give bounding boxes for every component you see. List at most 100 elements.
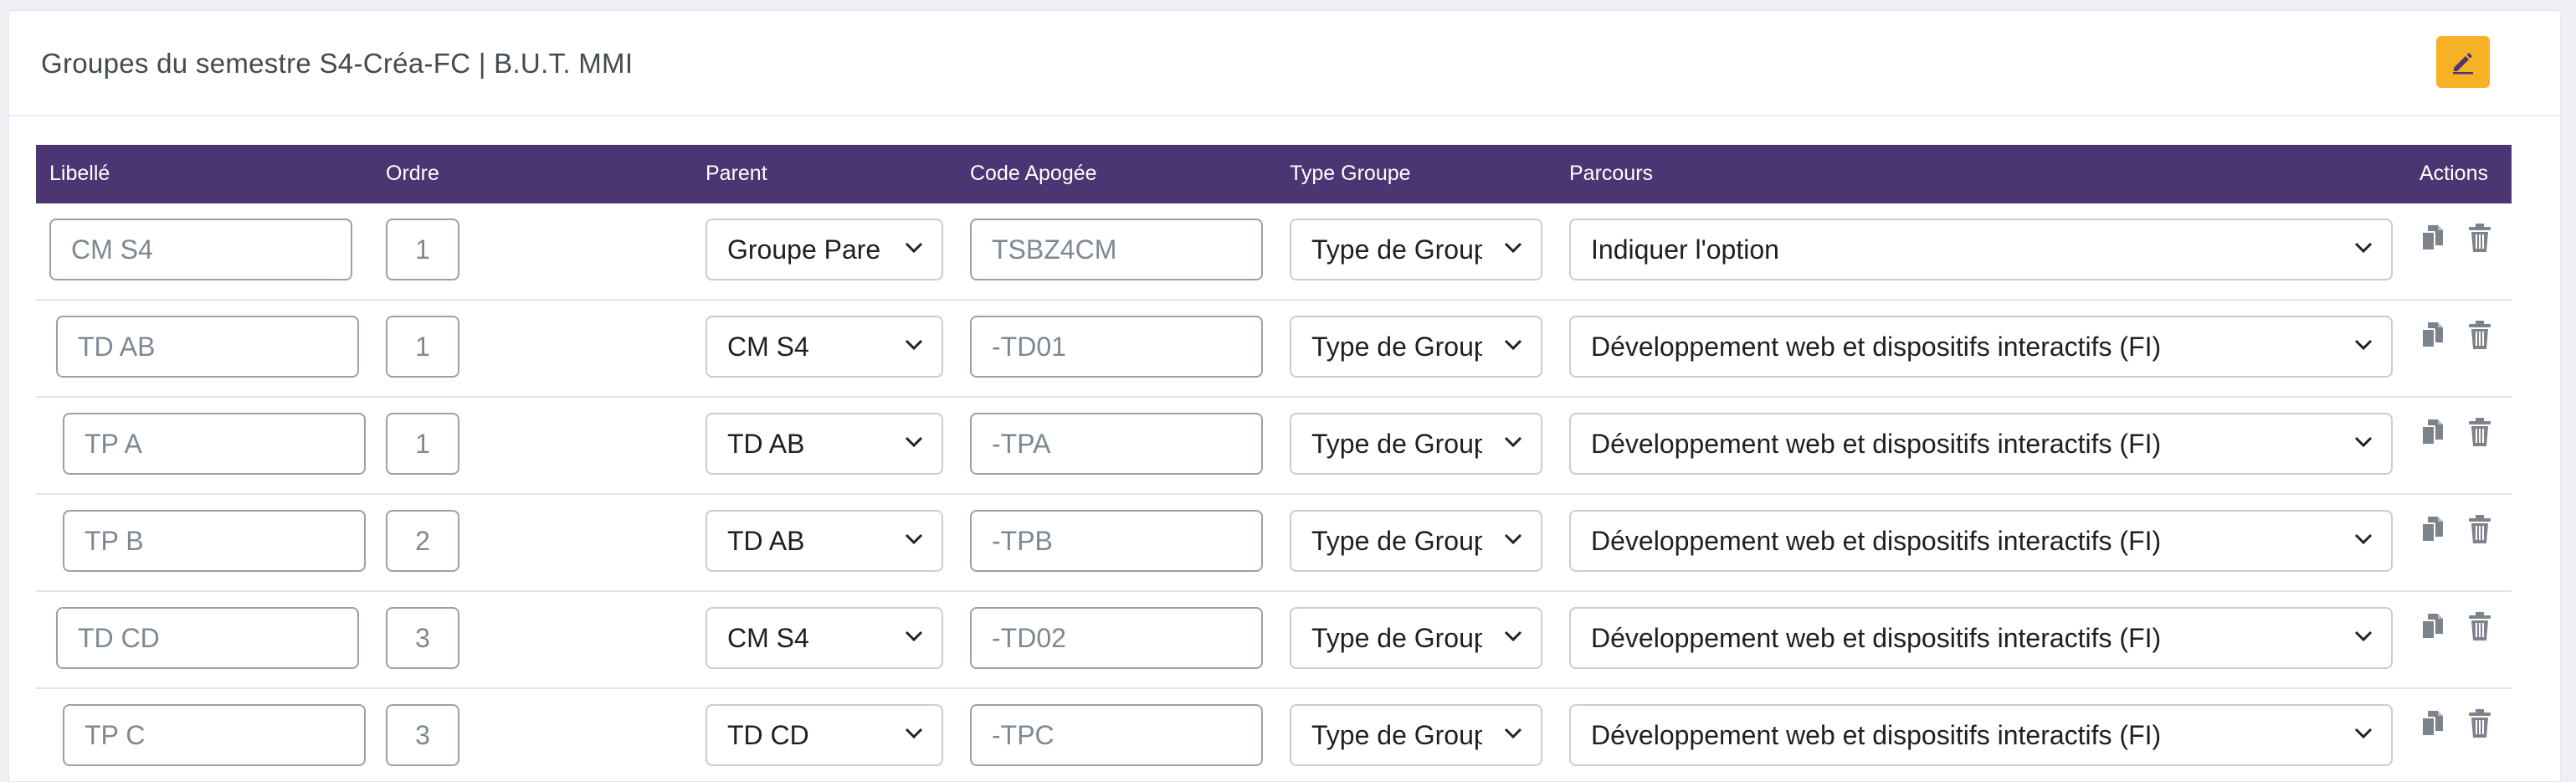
table-row: TP A 1 TD AB -TPA Type de Group Développement… [36,398,2512,495]
groups-table: Libellé Ordre Parent Code Apogée Type Gr… [36,145,2512,781]
chevron-down-icon [905,533,923,545]
chevron-down-icon [1504,630,1522,642]
parent-select-value: CM S4 [727,622,809,653]
code-apogee-input[interactable]: -TD02 [970,607,1263,669]
table-body: CM S4 1 Groupe Pare TSBZ4CM Type de Group Ind… [36,203,2512,781]
ordre-input[interactable]: 3 [386,607,459,669]
trash-icon[interactable] [2466,610,2493,642]
type-groupe-select[interactable]: Type de Group [1290,316,1542,378]
type-groupe-select-value: Type de Group [1311,234,1482,265]
parent-select[interactable]: TD CD [706,704,943,766]
type-groupe-select-value: Type de Group [1311,525,1482,556]
chevron-down-icon [905,630,923,642]
parent-select[interactable]: TD AB [706,413,943,475]
parcours-select[interactable]: Développement web et dispositifs interac… [1569,704,2393,766]
ordre-input[interactable]: 1 [386,413,459,475]
ordre-input[interactable]: 3 [386,704,459,766]
ordre-input[interactable]: 2 [386,510,459,572]
parent-select[interactable]: Groupe Pare [706,219,943,280]
chevron-down-icon [2354,242,2373,254]
trash-icon[interactable] [2466,707,2493,739]
parcours-select[interactable]: Développement web et dispositifs interac… [1569,413,2393,475]
type-groupe-select-value: Type de Group [1311,719,1482,750]
type-groupe-select[interactable]: Type de Group [1290,413,1542,475]
chevron-down-icon [1504,436,1522,448]
column-header-actions: Actions [2419,162,2488,185]
table-row: CM S4 1 Groupe Pare TSBZ4CM Type de Group Ind… [36,203,2512,301]
parcours-select-value: Développement web et dispositifs interac… [1591,719,2162,750]
parcours-select-value: Développement web et dispositifs interac… [1591,331,2162,362]
chevron-down-icon [2354,339,2373,351]
table-row: TD CD 3 CM S4 -TD02 Type de Group Développeme… [36,592,2512,689]
code-apogee-input[interactable]: TSBZ4CM [970,219,1263,280]
parent-select[interactable]: CM S4 [706,316,943,378]
trash-icon[interactable] [2466,513,2493,545]
column-header-libelle: Libellé [49,162,110,185]
groups-card: Groupes du semestre S4-Créa-FC | B.U.T. … [8,10,2561,782]
chevron-down-icon [2354,630,2373,642]
type-groupe-select[interactable]: Type de Group [1290,607,1542,669]
chevron-down-icon [1504,339,1522,351]
edit-button[interactable] [2436,36,2490,88]
libelle-input[interactable]: TD AB [56,316,359,378]
type-groupe-select-value: Type de Group [1311,428,1482,459]
pencil-icon [2453,53,2473,75]
type-groupe-select[interactable]: Type de Group [1290,219,1542,280]
parent-select-value: CM S4 [727,331,809,362]
trash-icon[interactable] [2466,319,2493,351]
parent-select[interactable]: CM S4 [706,607,943,669]
parent-select-value: TD AB [727,428,805,459]
column-header-parent: Parent [706,162,767,185]
trash-icon[interactable] [2466,416,2493,448]
code-apogee-input[interactable]: -TPC [970,704,1263,766]
code-apogee-input[interactable]: -TPB [970,510,1263,572]
code-apogee-input[interactable]: -TPA [970,413,1263,475]
column-header-parcours: Parcours [1569,162,1654,185]
parcours-select-value: Développement web et dispositifs interac… [1591,428,2162,459]
chevron-down-icon [905,339,923,351]
chevron-down-icon [905,728,923,739]
table-header: Libellé Ordre Parent Code Apogée Type Gr… [36,145,2512,203]
column-header-ordre: Ordre [386,162,439,185]
chevron-down-icon [2354,436,2373,448]
libelle-input[interactable]: TP A [63,413,366,475]
column-header-code: Code Apogée [970,162,1097,185]
libelle-input[interactable]: TP C [63,704,366,766]
parcours-select[interactable]: Indiquer l'option [1569,219,2393,280]
copy-icon[interactable] [2419,416,2446,448]
ordre-input[interactable]: 1 [386,219,459,280]
trash-icon[interactable] [2466,222,2493,254]
column-header-type: Type Groupe [1290,162,1411,185]
parent-select-value: Groupe Pare [727,234,881,265]
parcours-select[interactable]: Développement web et dispositifs interac… [1569,607,2393,669]
libelle-input[interactable]: TP B [63,510,366,572]
page-title: Groupes du semestre S4-Créa-FC | B.U.T. … [41,48,634,79]
table-row: TP B 2 TD AB -TPB Type de Group Développement… [36,495,2512,592]
parent-select-value: TD CD [727,719,809,750]
card-header: Groupes du semestre S4-Créa-FC | B.U.T. … [9,11,2560,116]
copy-icon[interactable] [2419,222,2446,254]
table-row: TP C 3 TD CD -TPC Type de Group Développement… [36,689,2512,781]
parcours-select[interactable]: Développement web et dispositifs interac… [1569,510,2393,572]
parcours-select-value: Développement web et dispositifs interac… [1591,525,2162,556]
copy-icon[interactable] [2419,319,2446,351]
parent-select[interactable]: TD AB [706,510,943,572]
parcours-select-value: Indiquer l'option [1591,234,1779,265]
copy-icon[interactable] [2419,707,2446,739]
libelle-input[interactable]: TD CD [56,607,359,669]
parcours-select[interactable]: Développement web et dispositifs interac… [1569,316,2393,378]
chevron-down-icon [1504,242,1522,254]
copy-icon[interactable] [2419,610,2446,642]
chevron-down-icon [1504,728,1522,739]
parent-select-value: TD AB [727,525,805,556]
chevron-down-icon [905,242,923,254]
code-apogee-input[interactable]: -TD01 [970,316,1263,378]
chevron-down-icon [905,436,923,448]
type-groupe-select[interactable]: Type de Group [1290,704,1542,766]
libelle-input[interactable]: CM S4 [49,219,352,280]
ordre-input[interactable]: 1 [386,316,459,378]
type-groupe-select-value: Type de Group [1311,622,1482,653]
type-groupe-select[interactable]: Type de Group [1290,510,1542,572]
copy-icon[interactable] [2419,513,2446,545]
chevron-down-icon [2354,533,2373,545]
